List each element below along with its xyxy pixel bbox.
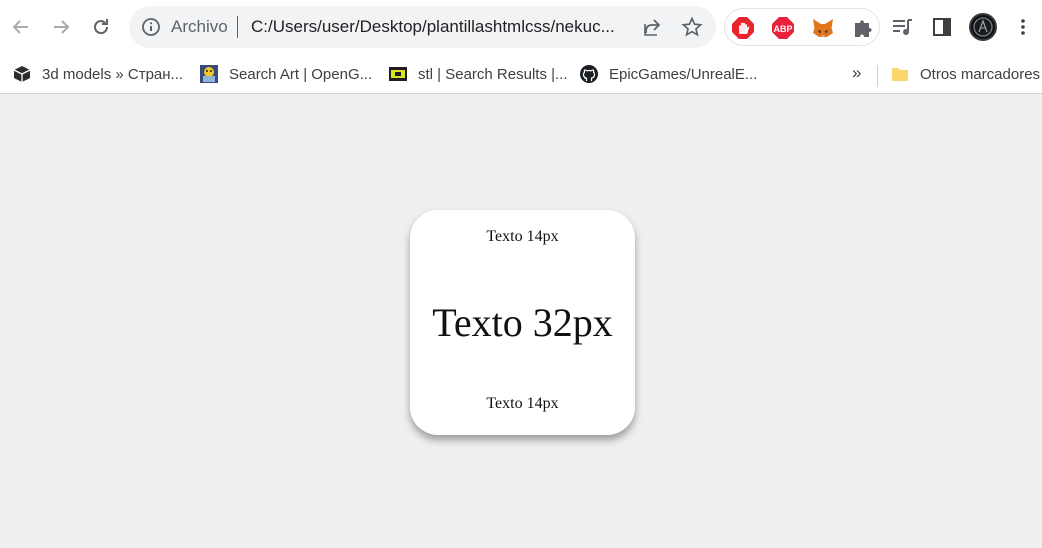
bookmark-opengameart[interactable]: Search Art | OpenG...: [199, 61, 372, 87]
card-top-text: Texto 14px: [486, 228, 559, 245]
reload-icon: [94, 19, 109, 35]
bookmarks-divider: [877, 65, 878, 87]
puzzle-extensions-icon[interactable]: [851, 16, 875, 40]
browser-toolbar: Archivo C:/Users/user/Desktop/plantillas…: [0, 0, 1042, 55]
omnibox-separator: [237, 16, 238, 38]
more-bookmarks-chevron[interactable]: »: [852, 63, 861, 83]
bookmark-star-icon[interactable]: [681, 16, 703, 38]
side-panel-icon: [933, 18, 951, 36]
arrow-left-icon: [12, 20, 28, 34]
bookmark-label: Search Art | OpenG...: [229, 65, 373, 83]
chrome-menu-button[interactable]: [1010, 14, 1036, 40]
kebab-menu-icon: [1021, 19, 1025, 35]
adblock-icon[interactable]: [731, 16, 755, 40]
other-bookmarks-folder[interactable]: Otros marcadores: [890, 61, 1040, 87]
address-bar[interactable]: Archivo C:/Users/user/Desktop/plantillas…: [129, 6, 716, 48]
reload-button[interactable]: [84, 10, 118, 44]
media-controls-button[interactable]: [889, 14, 915, 40]
profile-avatar[interactable]: [969, 13, 997, 41]
metamask-fox-icon[interactable]: [811, 16, 835, 40]
forward-button[interactable]: [44, 10, 78, 44]
bookmark-label: stl | Search Results |...: [418, 65, 568, 83]
card-middle-text: Texto 32px: [432, 300, 613, 345]
extensions-group: ABP: [724, 8, 880, 46]
folder-icon: [892, 68, 908, 81]
playlist-music-icon: [893, 19, 912, 35]
bookmarks-bar: 3d models » Стран... Search Art | OpenG.…: [0, 55, 1042, 94]
abp-label: ABP: [773, 24, 792, 34]
bookmark-3d-models[interactable]: 3d models » Стран...: [12, 61, 183, 87]
other-bookmarks-label: Otros marcadores: [920, 65, 1041, 83]
bookmark-unreal-github[interactable]: EpicGames/UnrealE...: [579, 61, 757, 87]
share-icon[interactable]: [641, 16, 663, 38]
back-button[interactable]: [4, 10, 38, 44]
side-panel-button[interactable]: [929, 14, 955, 40]
opengameart-icon: [200, 65, 218, 83]
card-bottom-text: Texto 14px: [486, 395, 559, 412]
avatar-image-icon: [973, 17, 993, 37]
bookmark-label: 3d models » Стран...: [42, 65, 184, 83]
bookmark-stl-search[interactable]: stl | Search Results |...: [388, 61, 568, 87]
site-info-chip[interactable]: Archivo: [171, 17, 228, 37]
url-text[interactable]: C:/Users/user/Desktop/plantillashtmlcss/…: [251, 17, 633, 37]
content-card: Texto 14px Texto 32px Texto 14px: [410, 210, 635, 435]
github-icon: [580, 65, 598, 83]
cube-icon: [13, 66, 31, 82]
arrow-right-icon: [54, 20, 70, 34]
stl-site-icon: [389, 67, 407, 81]
bookmark-label: EpicGames/UnrealE...: [609, 65, 758, 83]
info-icon[interactable]: [141, 17, 161, 37]
abp-icon[interactable]: ABP: [771, 16, 795, 40]
